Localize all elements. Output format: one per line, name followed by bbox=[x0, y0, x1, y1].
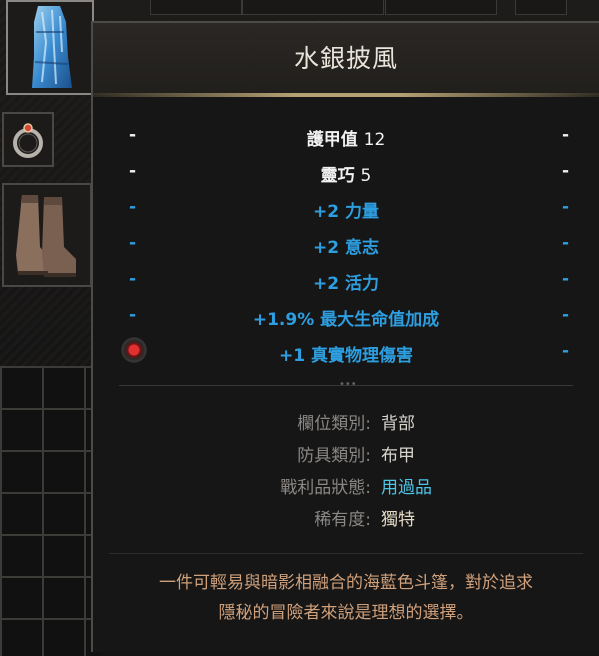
tooltip-header: 水銀披風 bbox=[93, 23, 599, 95]
stat-text: +2 力量 bbox=[313, 202, 379, 222]
header-rule bbox=[93, 93, 599, 97]
prop-loot-state: 戰利品狀態: 用過品 bbox=[93, 471, 599, 499]
prop-value: 布甲 bbox=[381, 446, 415, 466]
row-dash: - bbox=[561, 305, 569, 325]
description-line: 隱秘的冒險者來說是理想的選擇。 bbox=[218, 603, 474, 623]
prop-value: 背部 bbox=[381, 414, 415, 434]
stat-row-dexterity: - 靈巧 5 - bbox=[93, 157, 599, 187]
ring-icon bbox=[13, 123, 43, 158]
description-line: 一件可輕易與暗影相融合的海藍色斗篷，對於追求 bbox=[159, 573, 533, 593]
prop-label: 戰利品狀態: bbox=[280, 478, 371, 498]
description-divider bbox=[109, 553, 583, 554]
prop-label: 稀有度: bbox=[314, 510, 371, 530]
prop-value: 用過品 bbox=[381, 478, 432, 498]
prop-armor-type: 防具類別: 布甲 bbox=[93, 439, 599, 467]
item-name: 水銀披風 bbox=[293, 44, 398, 73]
stat-row-true-physical-damage: +1 真實物理傷害 - bbox=[93, 337, 599, 367]
row-dash: - bbox=[561, 161, 569, 181]
prop-value: 獨特 bbox=[381, 510, 415, 530]
stat-text: +2 活力 bbox=[313, 274, 379, 294]
prop-label: 欄位類別: bbox=[297, 414, 371, 434]
top-slot[interactable] bbox=[242, 0, 384, 15]
stat-text: +2 意志 bbox=[313, 238, 379, 258]
stat-value: 5 bbox=[360, 166, 372, 186]
item-tooltip: 水銀披風 - 護甲值 12 - - 靈巧 5 - - +2 力量 - - +2 … bbox=[91, 21, 599, 652]
top-slot[interactable] bbox=[150, 0, 242, 15]
stat-row-strength: - +2 力量 - bbox=[93, 193, 599, 223]
row-dash: - bbox=[561, 125, 569, 145]
stat-value: 12 bbox=[363, 130, 386, 150]
item-description: 一件可輕易與暗影相融合的海藍色斗篷，對於追求 隱秘的冒險者來說是理想的選擇。 bbox=[93, 568, 599, 628]
row-dash: - bbox=[561, 341, 569, 361]
row-dash: - bbox=[561, 233, 569, 253]
stat-row-armor: - 護甲值 12 - bbox=[93, 121, 599, 151]
divider-ornament: ••• bbox=[339, 379, 357, 390]
ring-slot[interactable] bbox=[2, 112, 54, 167]
stat-row-will: - +2 意志 - bbox=[93, 229, 599, 259]
prop-slot-type: 欄位類別: 背部 bbox=[93, 407, 599, 435]
prop-rarity: 稀有度: 獨特 bbox=[93, 503, 599, 531]
stat-text: +1 真實物理傷害 bbox=[279, 346, 413, 366]
top-bar bbox=[90, 0, 599, 20]
mercury-cloak-icon bbox=[32, 6, 72, 88]
boots-slot[interactable] bbox=[2, 183, 92, 287]
inventory-grid[interactable] bbox=[0, 366, 100, 656]
stat-label: 靈巧 bbox=[320, 166, 355, 186]
boots-icon bbox=[16, 195, 76, 277]
row-dash: - bbox=[561, 197, 569, 217]
cloak-slot[interactable] bbox=[6, 0, 94, 95]
row-dash: - bbox=[561, 269, 569, 289]
top-slot[interactable] bbox=[385, 0, 497, 15]
stat-row-vigor: - +2 活力 - bbox=[93, 265, 599, 295]
stat-text: +1.9% 最大生命值加成 bbox=[252, 310, 440, 330]
stat-label: 護甲值 bbox=[306, 130, 358, 150]
prop-label: 防具類別: bbox=[297, 446, 371, 466]
top-slot[interactable] bbox=[515, 0, 567, 15]
stat-row-max-health: - +1.9% 最大生命值加成 - bbox=[93, 301, 599, 331]
